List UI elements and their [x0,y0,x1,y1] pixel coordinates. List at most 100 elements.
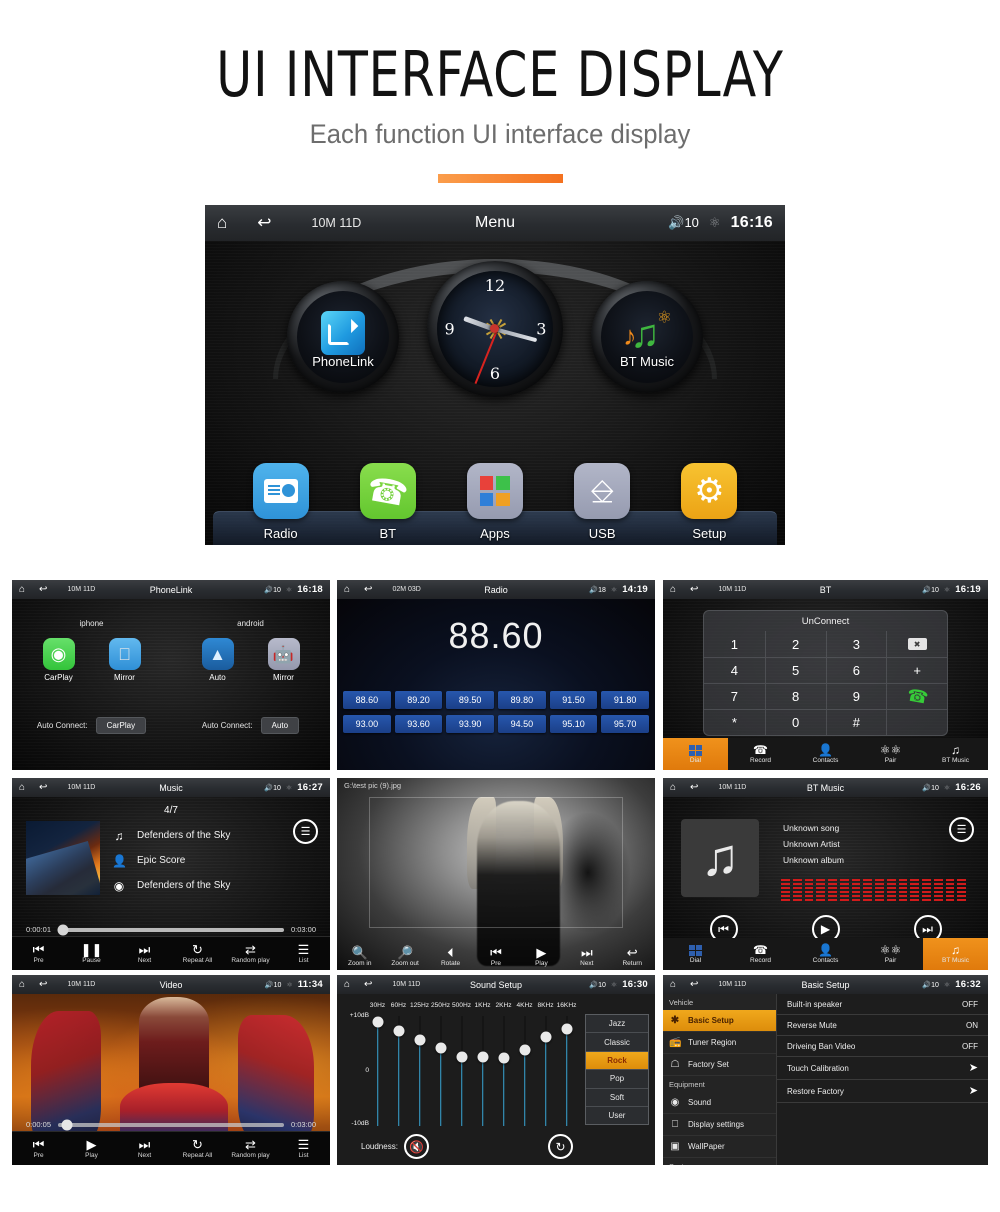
key-call[interactable]: ☎ [886,683,947,709]
radio-preset[interactable]: 94.50 [498,715,546,733]
music-next-button[interactable]: ⏭ Next [118,937,171,970]
bt-tab-record[interactable]: ☎ Record [728,738,793,770]
key-1[interactable]: 1 [704,631,765,657]
photo-return-button[interactable]: ↩ Return [610,946,655,970]
eq-sliders[interactable] [367,1016,577,1126]
radio-screen[interactable]: ⌂ ↩ 02M 03D Radio 🔊18 ⚛ 14:19 88.60 88.6… [337,580,655,770]
key-delete[interactable]: ✖ [886,631,947,657]
eq-thumb[interactable] [435,1042,446,1054]
basic-setup-screen[interactable]: ⌂ ↩ 10M 11D Basic Setup 🔊10 ⚛ 16:32 Vehi… [663,975,988,1165]
music-screen[interactable]: ⌂ ↩ 10M 11D Music 🔊10 ⚛ 16:27 4/7 ☰ ♫ De… [12,778,330,970]
btmusic-tab-dial[interactable]: Dial [663,938,728,970]
setting-built-in-speaker[interactable]: Built-in speaker OFF [777,994,988,1015]
photo-rotate-button[interactable]: ⏴ Rotate [428,946,473,970]
back-icon[interactable]: ↩ [257,213,271,233]
eq-preset-soft[interactable]: Soft [586,1089,648,1107]
key-6[interactable]: 6 [825,657,887,683]
home-icon[interactable]: ⌂ [217,213,227,233]
radio-preset[interactable]: 93.60 [394,715,443,733]
eq-slider-8khz[interactable] [535,1016,556,1126]
dock-item-setup[interactable]: ⚙ Setup [666,463,752,541]
video-screen[interactable]: ⌂ ↩ 10M 11D Video 🔊10 ⚛ 11:34 0:00:05 0:… [12,975,330,1165]
video-progress[interactable]: 0:00:05 0:03:00 [12,1119,330,1130]
auto-connect-iphone-value[interactable]: CarPlay [95,717,147,734]
btmusic-tab-record[interactable]: ☎ Record [728,938,793,970]
music-repeat-button[interactable]: ↻ Repeat All [171,937,224,970]
eq-slider-16khz[interactable] [556,1016,577,1126]
setting-restore-factory[interactable]: Restore Factory ➤ [777,1080,988,1103]
btmusic-tab-contacts[interactable]: 👤 Contacts [793,938,858,970]
eq-slider-1khz[interactable] [472,1016,493,1126]
key-5[interactable]: 5 [764,657,826,683]
photo-play-button[interactable]: ▶ Play [519,946,564,970]
app-carplay[interactable]: ◉ CarPlay [37,638,81,682]
eq-thumb[interactable] [414,1034,425,1046]
reset-circle-icon[interactable]: ↻ [548,1134,573,1159]
video-next-button[interactable]: ⏭ Next [118,1132,171,1165]
dock-item-radio[interactable]: Radio [238,463,324,541]
back-icon[interactable]: ↩ [690,979,698,990]
radio-preset[interactable]: 93.00 [343,715,391,733]
key-8[interactable]: 8 [764,683,826,709]
radio-preset[interactable]: 95.70 [601,715,649,733]
eq-thumb[interactable] [372,1016,383,1027]
progress-bar[interactable] [58,1119,284,1130]
home-icon[interactable]: ⌂ [19,979,25,990]
eq-thumb[interactable] [456,1051,467,1063]
dock-item-bt[interactable]: ☎ BT [345,463,431,541]
video-shuffle-button[interactable]: ⇄ Random play [224,1132,277,1165]
key-3[interactable]: 3 [825,631,887,657]
eq-thumb[interactable] [477,1051,488,1063]
eq-slider-2khz[interactable] [493,1016,514,1126]
back-icon[interactable]: ↩ [690,782,698,793]
music-pause-button[interactable]: ❚❚ Pause [65,937,118,970]
back-icon[interactable]: ↩ [364,584,372,595]
eq-slider-250hz[interactable] [430,1016,451,1126]
dock-item-apps[interactable]: Apps [452,463,538,541]
music-shuffle-button[interactable]: ⇄ Random play [224,937,277,970]
video-list-button[interactable]: ☰ List [277,1132,330,1165]
eq-slider-125hz[interactable] [409,1016,430,1126]
eq-preset-jazz[interactable]: Jazz [586,1015,648,1034]
radio-preset[interactable]: 91.50 [549,691,598,709]
bt-tab-dial[interactable]: Dial [663,738,728,770]
eq-preset-rock[interactable]: Rock [586,1051,648,1071]
photo-zoom-out-button[interactable]: 🔎 Zoom out [382,946,427,970]
sound-setup-screen[interactable]: ⌂ ↩ 10M 11D Sound Setup 🔊10 ⚛ 16:30 30Hz… [337,975,655,1165]
back-icon[interactable]: ↩ [690,584,698,595]
bt-dialer-screen[interactable]: ⌂ ↩ 10M 11D BT 🔊10 ⚛ 16:19 UnConnect 1 2… [663,580,988,770]
btmusic-equalizer-button[interactable]: ☰ [949,817,974,842]
auto-connect-android-value[interactable]: Auto [260,717,300,734]
gauge-phonelink[interactable]: ⏵ PhoneLink [287,281,399,393]
sidebar-item-tuner-region[interactable]: 📻 Tuner Region [663,1032,776,1054]
mute-loudness-icon[interactable]: 🔇 [403,1134,429,1159]
eq-slider-60hz[interactable] [388,1016,409,1126]
key-9[interactable]: 9 [825,683,887,709]
eq-preset-classic[interactable]: Classic [586,1033,648,1052]
home-icon[interactable]: ⌂ [344,584,350,595]
key-7[interactable]: 7 [704,683,765,709]
sidebar-item-display-settings[interactable]: ⎕ Display settings [663,1114,776,1136]
bt-tab-btmusic[interactable]: ♫ BT Music [923,738,988,770]
eq-thumb[interactable] [561,1023,572,1035]
home-icon[interactable]: ⌂ [19,584,25,595]
eq-preset-user[interactable]: User [586,1107,648,1124]
progress-knob[interactable] [61,1119,73,1130]
radio-preset[interactable]: 93.90 [446,715,494,733]
eq-slider-4khz[interactable] [514,1016,535,1126]
back-icon[interactable]: ↩ [39,584,47,595]
eq-thumb[interactable] [540,1031,551,1043]
key-plus[interactable]: + [886,657,947,683]
app-iphone-mirror[interactable]:  Mirror [103,638,147,682]
gauge-bt-music[interactable]: ♫ ♪ ⚛ BT Music [591,281,703,393]
photo-viewer-screen[interactable]: G:\test pic (9).jpg 🔍 Zoom in 🔎 Zoom out ⏴… [337,778,655,970]
sidebar-item-wallpaper[interactable]: ▣ WallPaper [663,1136,776,1158]
key-2[interactable]: 2 [764,631,826,657]
phonelink-screen[interactable]: ⌂ ↩ 10M 11D PhoneLink 🔊10 ⚛ 16:18 iphone… [12,580,330,770]
video-repeat-button[interactable]: ↻ Repeat All [171,1132,224,1165]
key-4[interactable]: 4 [704,657,765,683]
eq-thumb[interactable] [393,1025,404,1037]
dock-item-usb[interactable]: ⎒ USB [559,463,645,541]
music-progress[interactable]: 0:00:01 0:03:00 [12,924,330,935]
key-star[interactable]: * [704,709,765,735]
